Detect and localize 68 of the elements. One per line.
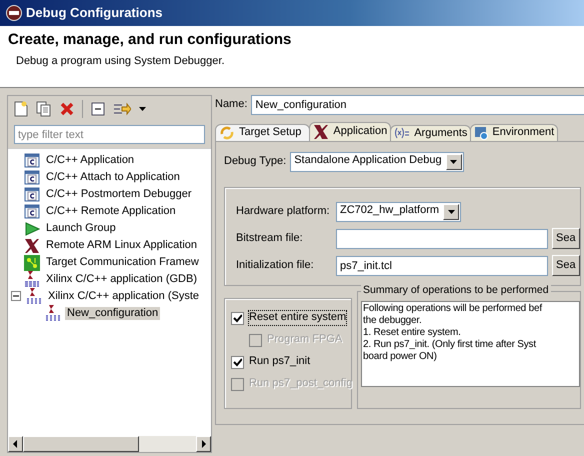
scroll-right-button[interactable] — [196, 436, 211, 452]
debug-type-dropdown[interactable]: Standalone Application Debug — [290, 152, 464, 172]
tab[interactable]: Environment — [470, 124, 558, 141]
window-title: Debug Configurations — [26, 5, 162, 21]
x-logo-icon — [26, 288, 42, 305]
tab[interactable]: Arguments — [390, 124, 472, 141]
caret-icon[interactable] — [139, 107, 146, 111]
summary-line: Following operations will be performed bef — [363, 303, 544, 316]
field-label: Bitstream file: — [236, 232, 304, 246]
play-triangle-icon — [24, 222, 40, 236]
tree-item[interactable]: New_configuration — [65, 306, 160, 320]
summary-line: board power ON) — [363, 351, 438, 364]
tree-item[interactable]: C/C++ Application — [44, 154, 136, 168]
collapse-all-icon[interactable] — [91, 102, 105, 116]
scroll-left-button[interactable] — [8, 436, 23, 452]
scrollbar-thumb[interactable] — [23, 436, 139, 452]
delete-icon[interactable] — [60, 102, 74, 116]
arrows-icon — [219, 126, 235, 140]
summary-line: 1. Reset entire system. — [363, 327, 462, 340]
x-logo-icon — [24, 238, 40, 254]
checkbox[interactable] — [231, 356, 244, 368]
filter-field[interactable]: type filter text — [14, 125, 205, 144]
c-file-icon — [24, 153, 40, 168]
caret-icon — [448, 210, 455, 214]
collapse-icon[interactable] — [11, 291, 22, 302]
circuit-board-icon — [24, 254, 40, 270]
dialog-description: Debug a program using System Debugger. — [15, 55, 226, 68]
tree-item[interactable]: Launch Group — [44, 222, 118, 236]
tree-item[interactable]: C/C++ Attach to Application — [44, 170, 182, 184]
field-label: Hardware platform: — [236, 204, 331, 218]
tree-item[interactable]: Xilinx C/C++ application (Syste — [46, 290, 202, 304]
c-file-icon — [24, 187, 40, 202]
tab[interactable]: Application — [309, 122, 392, 141]
debug-type-label: Debug Type: — [224, 155, 286, 169]
filter-icon[interactable] — [113, 101, 131, 117]
c-file-icon — [24, 170, 40, 185]
search-button[interactable]: Sea — [552, 228, 580, 249]
x-logo-icon — [45, 305, 61, 322]
summary-text-area[interactable]: Following operations will be performed bef the debugger. 1. Reset entire system. 2. Run ps7_init. (Only first time after Syst board power ON) — [361, 301, 580, 388]
dialog-title: Create, manage, and run configurations — [8, 31, 292, 49]
name-label: Name: — [215, 98, 248, 112]
x-logo-icon — [24, 271, 40, 288]
tree-item[interactable]: Target Communication Framew — [44, 256, 201, 270]
search-button[interactable]: Sea — [552, 255, 580, 276]
window-icon — [474, 126, 488, 140]
summary-title: Summary of operations to be performed — [361, 284, 551, 296]
tree-item[interactable]: C/C++ Postmortem Debugger — [44, 188, 194, 202]
field-label: Initialization file: — [236, 258, 315, 272]
tree-item[interactable]: Xilinx C/C++ application (GDB) — [44, 272, 200, 286]
tree-item[interactable]: C/C++ Remote Application — [44, 204, 178, 218]
new-file-icon[interactable] — [14, 101, 28, 117]
app-logo-icon — [6, 5, 22, 21]
tree-item[interactable]: Remote ARM Linux Application — [44, 238, 200, 252]
caret-icon — [450, 160, 458, 164]
name-field[interactable]: New_configuration — [251, 95, 584, 115]
variable-icon — [394, 127, 410, 140]
file-path-field[interactable] — [336, 228, 548, 248]
copy-icon[interactable] — [36, 101, 52, 117]
summary-line: the debugger. — [363, 315, 423, 328]
checkbox-label: Reset entire system — [249, 311, 346, 325]
platform-dropdown[interactable]: ZC702_hw_platform — [336, 202, 462, 222]
x-logo-icon — [313, 124, 330, 140]
summary-line: 2. Run ps7_init. (Only first time after Syst — [363, 339, 538, 352]
tab[interactable]: Target Setup — [215, 124, 310, 141]
c-file-icon — [24, 204, 40, 219]
checkbox[interactable] — [231, 312, 244, 324]
file-path-field[interactable]: ps7_init.tcl — [336, 256, 548, 276]
checkbox-label: Run ps7_init — [249, 355, 310, 369]
